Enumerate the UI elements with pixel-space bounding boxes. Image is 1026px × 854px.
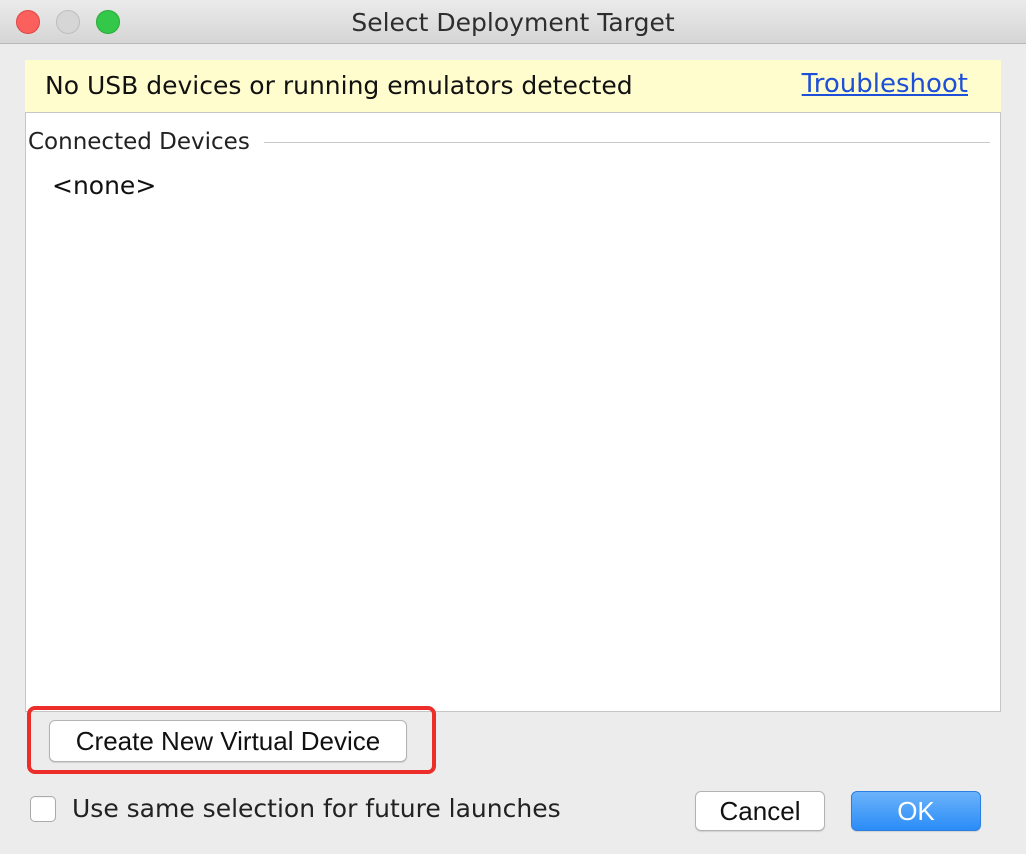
warning-banner: No USB devices or running emulators dete… <box>25 60 1001 112</box>
ok-button[interactable]: OK <box>851 791 981 831</box>
window-title: Select Deployment Target <box>351 8 675 37</box>
device-list-panel: Connected Devices <none> <box>25 112 1001 712</box>
section-divider <box>263 141 990 143</box>
checkbox-label: Use same selection for future launches <box>72 794 561 823</box>
troubleshoot-link[interactable]: Troubleshoot <box>802 69 968 99</box>
banner-message: No USB devices or running emulators dete… <box>45 71 633 100</box>
cancel-button[interactable]: Cancel <box>695 791 825 831</box>
connected-devices-header: Connected Devices <box>28 129 990 155</box>
future-launches-option[interactable]: Use same selection for future launches <box>30 794 561 823</box>
title-bar: Select Deployment Target <box>0 0 1026 44</box>
create-new-virtual-device-button[interactable]: Create New Virtual Device <box>49 720 407 762</box>
same-selection-checkbox[interactable] <box>30 795 56 822</box>
no-devices-placeholder: <none> <box>52 171 157 200</box>
select-deployment-target-dialog: Select Deployment Target No USB devices … <box>0 0 1026 854</box>
section-label: Connected Devices <box>28 129 250 155</box>
